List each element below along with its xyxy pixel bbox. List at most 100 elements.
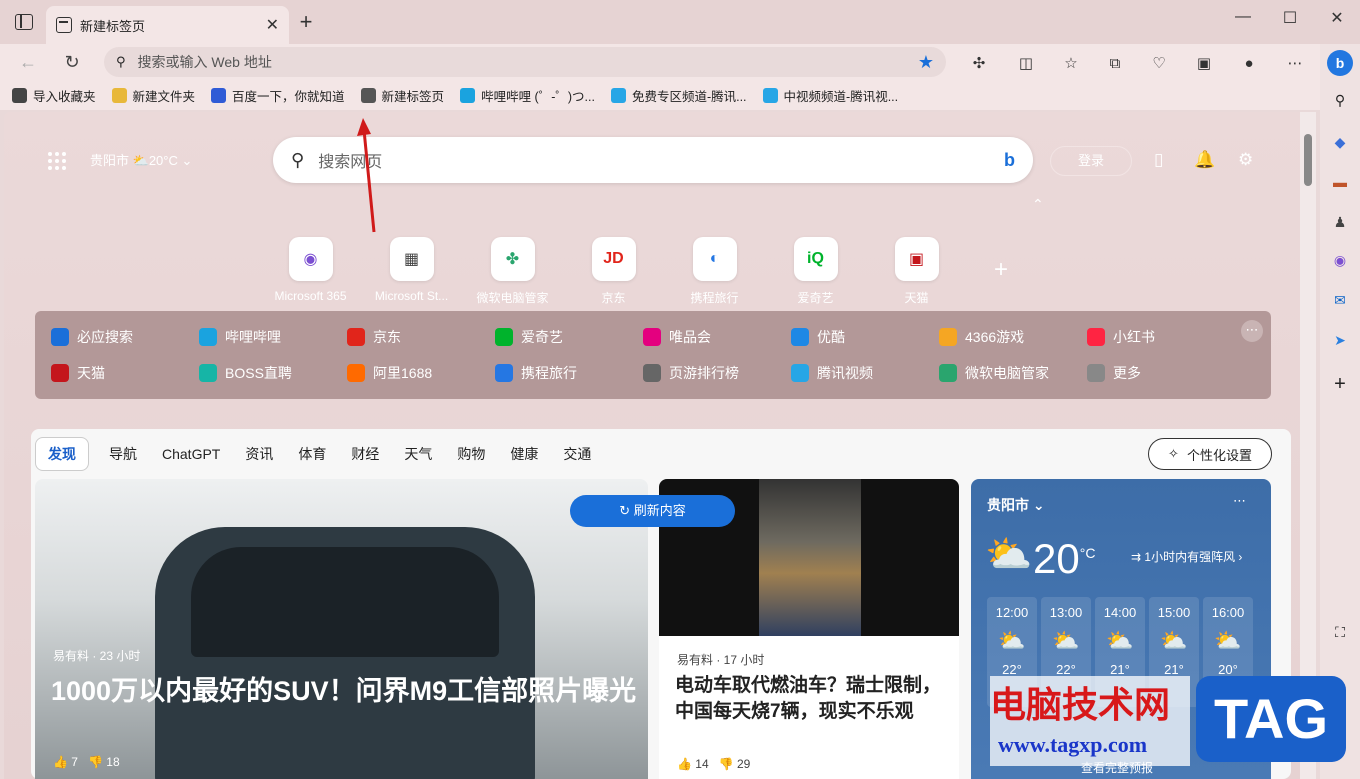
collapse-chevron-icon[interactable]: ⌃: [1032, 196, 1044, 213]
tab-actions-icon[interactable]: [15, 14, 33, 30]
back-icon[interactable]: ←: [14, 48, 42, 76]
scroll-thumb[interactable]: [1304, 134, 1312, 186]
top-site-tile[interactable]: ◉ Microsoft 365: [260, 237, 361, 306]
feed-tab[interactable]: 导航: [109, 444, 137, 464]
new-tab-button[interactable]: +: [296, 10, 316, 34]
wind-alert[interactable]: ⇉ 1小时内有强阵风 ›: [1131, 548, 1242, 565]
top-site-tile[interactable]: JD 京东: [563, 237, 664, 306]
top-site-tile[interactable]: ✤ 微软电脑管家: [462, 237, 563, 306]
split-screen-icon[interactable]: ◫: [1015, 52, 1037, 74]
quick-more-icon[interactable]: ⋯: [1241, 320, 1263, 342]
add-site-icon[interactable]: +: [994, 256, 1008, 284]
notification-bell-icon[interactable]: 🔔: [1194, 150, 1215, 170]
bookmark-item[interactable]: 免费专区频道-腾讯...: [610, 86, 747, 105]
m365-icon[interactable]: ◉: [1330, 250, 1350, 270]
quick-link-label: 携程旅行: [521, 365, 577, 381]
quick-link[interactable]: 优酷: [791, 327, 845, 347]
like-icon[interactable]: 👍: [53, 755, 68, 769]
quick-link-label: 必应搜索: [77, 329, 133, 345]
weather-city[interactable]: 贵阳市 ⌄: [987, 495, 1045, 515]
quick-link[interactable]: BOSS直聘: [199, 363, 292, 383]
bookmark-item[interactable]: 哔哩哔哩 (゜-゜)つ...: [460, 86, 595, 105]
maximize-icon[interactable]: ☐: [1275, 8, 1305, 28]
more-menu-icon[interactable]: ⋯: [1284, 52, 1306, 74]
favorites-icon[interactable]: ☆: [1060, 52, 1082, 74]
like-icon[interactable]: 👍: [677, 757, 692, 771]
workspaces-icon[interactable]: ▣: [1193, 52, 1215, 74]
search-input[interactable]: 搜索网页: [318, 148, 1004, 172]
quick-link-icon: [1087, 328, 1105, 346]
feed-tab[interactable]: 财经: [351, 444, 379, 464]
dislike-icon[interactable]: 👎: [88, 755, 103, 769]
top-site-tile[interactable]: ▦ Microsoft St...: [361, 237, 462, 306]
collections-icon[interactable]: ⧉: [1104, 52, 1126, 74]
feed-tab[interactable]: ChatGPT: [162, 446, 220, 462]
screenshot-icon[interactable]: ⛶: [1330, 622, 1350, 642]
quick-link[interactable]: 小红书: [1087, 327, 1155, 347]
quick-link[interactable]: 微软电脑管家: [939, 363, 1049, 383]
article-title[interactable]: 电动车取代燃油车？瑞士限制，中国每天烧7辆，现实不乐观: [675, 673, 945, 725]
address-bar[interactable]: ⚲ 搜索或输入 Web 地址 ★: [104, 47, 946, 77]
performance-icon[interactable]: ♡: [1148, 52, 1170, 74]
quick-link[interactable]: 天猫: [51, 363, 105, 383]
bing-icon[interactable]: b: [1004, 150, 1015, 171]
quick-link[interactable]: 更多: [1087, 363, 1141, 383]
feed-tab[interactable]: 资讯: [245, 444, 273, 464]
tab-new[interactable]: 新建标签页 ✕: [46, 6, 289, 44]
quick-link[interactable]: 4366游戏: [939, 327, 1024, 347]
feed-tab[interactable]: 交通: [563, 444, 591, 464]
bookmark-item[interactable]: 导入收藏夹: [12, 86, 96, 105]
settings-gear-icon[interactable]: ⚙: [1238, 150, 1253, 170]
quick-link[interactable]: 必应搜索: [51, 327, 133, 347]
quick-link[interactable]: 腾讯视频: [791, 363, 873, 383]
feed-tab[interactable]: 发现: [35, 437, 89, 471]
games-icon[interactable]: ♟: [1330, 212, 1350, 232]
hero-article[interactable]: 易有料 · 23 小时 1000万以内最好的SUV！问界M9工信部照片曝光 👍 …: [35, 479, 648, 779]
feed-tab[interactable]: 健康: [510, 444, 538, 464]
bookmark-item[interactable]: 中视频频道-腾讯视...: [762, 86, 898, 105]
personalize-button[interactable]: ✧ 个性化设置: [1148, 438, 1272, 470]
refresh-icon[interactable]: ↻: [58, 48, 86, 76]
login-button[interactable]: 登录: [1050, 146, 1132, 176]
feed-tab[interactable]: 购物: [457, 444, 485, 464]
address-input[interactable]: 搜索或输入 Web 地址: [138, 52, 918, 72]
bing-copilot-icon[interactable]: b: [1327, 50, 1353, 76]
quick-link[interactable]: 爱奇艺: [495, 327, 563, 347]
web-search-box[interactable]: ⚲ 搜索网页 b: [273, 137, 1033, 183]
favorite-star-icon[interactable]: ★: [918, 52, 934, 73]
minimize-icon[interactable]: —: [1228, 8, 1258, 26]
tag-icon[interactable]: ◆: [1330, 132, 1350, 152]
quick-link[interactable]: 页游排行榜: [643, 363, 739, 383]
bookmark-item[interactable]: 百度一下，你就知道: [211, 86, 345, 105]
bookmark-item[interactable]: 新建标签页: [360, 86, 444, 105]
weather-more-icon[interactable]: ⋯: [1233, 493, 1246, 509]
profile-avatar-icon[interactable]: ●: [1238, 52, 1260, 74]
close-window-icon[interactable]: ✕: [1322, 8, 1352, 28]
top-site-tile[interactable]: iQ 爱奇艺: [765, 237, 866, 306]
quick-link[interactable]: 京东: [347, 327, 401, 347]
quick-link[interactable]: 哔哩哔哩: [199, 327, 281, 347]
extensions-icon[interactable]: ✣: [968, 52, 990, 74]
app-launcher-icon[interactable]: [48, 152, 66, 170]
quick-link[interactable]: 唯品会: [643, 327, 711, 347]
hero-title[interactable]: 1000万以内最好的SUV！问界M9工信部照片曝光: [51, 671, 641, 711]
outlook-icon[interactable]: ✉: [1330, 290, 1350, 310]
top-site-tile[interactable]: ◐ 携程旅行: [664, 237, 765, 306]
mobile-icon[interactable]: ▯: [1154, 150, 1163, 170]
feed-tab[interactable]: 体育: [298, 444, 326, 464]
site-label: Microsoft 365: [274, 289, 347, 303]
refresh-content-button[interactable]: ↻ 刷新内容: [570, 495, 735, 527]
search-icon[interactable]: ⚲: [1330, 90, 1350, 110]
add-sidebar-icon[interactable]: +: [1330, 373, 1350, 395]
send-icon[interactable]: ➤: [1330, 330, 1350, 350]
close-tab-icon[interactable]: ✕: [266, 15, 279, 35]
toolbox-icon[interactable]: ▬: [1330, 172, 1350, 192]
quick-link[interactable]: 携程旅行: [495, 363, 577, 383]
bookmark-item[interactable]: 新建文件夹: [111, 86, 196, 105]
top-site-tile[interactable]: ▣ 天猫: [866, 237, 967, 306]
dislike-icon[interactable]: 👎: [719, 757, 734, 771]
feed-tab[interactable]: 天气: [404, 444, 432, 464]
weather-widget[interactable]: 贵阳市 ⛅20°C ⌄: [90, 150, 192, 169]
bookmark-label: 新建文件夹: [132, 89, 196, 104]
quick-link[interactable]: 阿里1688: [347, 363, 432, 383]
